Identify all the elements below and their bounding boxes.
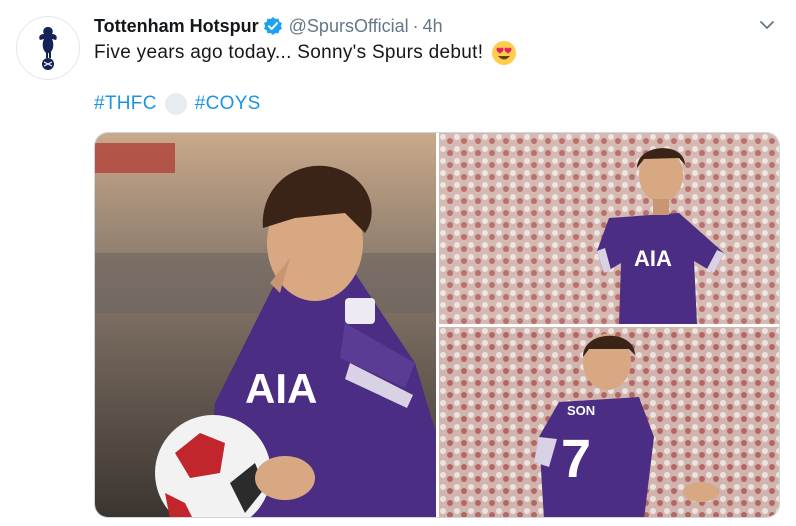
cockerel-emoji-icon xyxy=(164,93,187,115)
tweet-body: Five years ago today... Sonny's Spurs de… xyxy=(94,40,517,66)
photo-son-front[interactable]: AIA xyxy=(439,133,779,324)
jersey-text: AIA xyxy=(634,246,672,271)
photo-son-with-ball[interactable]: AIA xyxy=(95,133,436,517)
tweet-timestamp[interactable]: 4h xyxy=(423,16,443,37)
display-name[interactable]: Tottenham Hotspur xyxy=(94,16,259,37)
chevron-down-icon[interactable] xyxy=(758,16,776,39)
jersey-text: AIA xyxy=(245,365,317,412)
hashtag-thfc[interactable]: #THFC xyxy=(94,93,157,115)
hashtag-coys[interactable]: #COYS xyxy=(195,93,261,115)
media-grid: AIA AIA SON 7 xyxy=(94,132,780,518)
avatar[interactable] xyxy=(16,16,80,80)
photo-son-back[interactable]: SON 7 xyxy=(439,327,779,517)
spurs-cockerel-icon xyxy=(39,27,57,70)
jersey-number: 7 xyxy=(561,429,591,489)
separator-dot: · xyxy=(412,15,419,36)
heart-eyes-emoji-icon xyxy=(491,40,517,66)
user-handle[interactable]: @SpursOfficial xyxy=(289,16,409,37)
jersey-name: SON xyxy=(567,403,595,418)
verified-badge-icon xyxy=(263,16,283,36)
tweet-header: Tottenham Hotspur @SpursOfficial · 4h xyxy=(94,14,776,38)
tweet-text: Five years ago today... Sonny's Spurs de… xyxy=(94,42,484,63)
hashtag-row: #THFC #COYS xyxy=(94,93,261,115)
